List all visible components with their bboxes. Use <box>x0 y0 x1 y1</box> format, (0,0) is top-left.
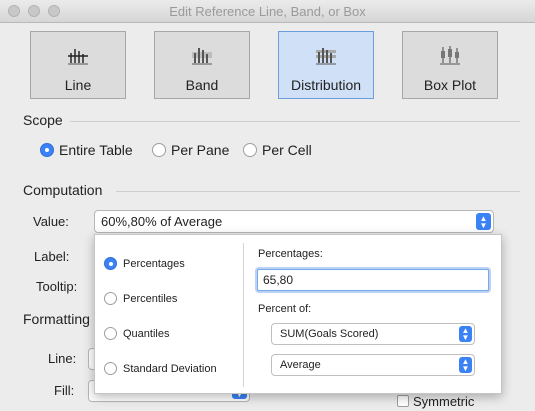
label-label: Label: <box>34 249 70 264</box>
line-format-label: Line: <box>48 351 77 366</box>
scope-divider <box>70 121 520 122</box>
band-type-label: Band <box>185 77 219 93</box>
value-dropdown-chevron-icon: ▲ ▼ <box>476 213 491 230</box>
measure-dropdown[interactable]: SUM(Goals Scored) ▲ ▼ <box>271 323 475 345</box>
scope-per-pane-radio[interactable] <box>152 143 166 157</box>
box-plot-type-label: Box Plot <box>423 77 477 93</box>
band-chart-icon <box>192 48 212 65</box>
aggregation-dropdown-chevron-icon: ▲ ▼ <box>459 357 472 373</box>
scope-entire-table-radio[interactable] <box>40 143 54 157</box>
standard-deviation-radio[interactable] <box>104 362 117 375</box>
percentages-option-label: Percentages <box>123 257 185 270</box>
distribution-type-button[interactable]: Distribution <box>278 31 374 99</box>
distribution-chart-icon <box>316 48 336 65</box>
measure-dropdown-text: SUM(Goals Scored) <box>280 328 379 340</box>
scope-heading: Scope <box>23 112 63 128</box>
percent-of-label: Percent of: <box>258 303 312 315</box>
percentiles-radio[interactable] <box>104 292 117 305</box>
distribution-popup: Percentages Percentiles Quantiles Standa… <box>94 234 502 394</box>
percentages-field-label: Percentages: <box>258 248 323 260</box>
line-chart-icon <box>68 49 88 65</box>
aggregation-dropdown-text: Average <box>280 359 321 371</box>
standard-deviation-option-label: Standard Deviation <box>123 362 217 375</box>
fill-format-label: Fill: <box>54 383 75 398</box>
scope-per-cell-label: Per Cell <box>262 142 312 158</box>
box-plot-type-button[interactable]: Box Plot <box>402 31 498 99</box>
scope-per-cell-option[interactable]: Per Cell <box>243 142 312 158</box>
percentiles-option[interactable]: Percentiles <box>104 292 177 305</box>
distribution-type-label: Distribution <box>290 77 362 93</box>
value-dropdown-text: 60%,80% of Average <box>101 214 223 229</box>
tooltip-label: Tooltip: <box>36 279 78 294</box>
box-plot-icon <box>440 46 460 65</box>
title-bar: Edit Reference Line, Band, or Box <box>0 0 535 23</box>
formatting-heading: Formatting <box>23 311 90 327</box>
line-type-button[interactable]: Line <box>30 31 126 99</box>
line-type-label: Line <box>64 77 92 93</box>
scope-entire-table-option[interactable]: Entire Table <box>40 142 133 158</box>
value-label: Value: <box>33 214 69 229</box>
quantiles-option-label: Quantiles <box>123 327 170 340</box>
computation-divider <box>116 191 520 192</box>
aggregation-dropdown[interactable]: Average ▲ ▼ <box>271 354 475 376</box>
scope-entire-table-label: Entire Table <box>59 142 133 158</box>
symmetric-label: Symmetric <box>413 394 475 409</box>
quantiles-radio[interactable] <box>104 327 117 340</box>
percentages-input[interactable]: 65,80 <box>257 269 489 291</box>
popup-separator <box>243 243 244 387</box>
band-type-button[interactable]: Band <box>154 31 250 99</box>
scope-per-pane-option[interactable]: Per Pane <box>152 142 229 158</box>
scope-per-pane-label: Per Pane <box>171 142 230 158</box>
window-title: Edit Reference Line, Band, or Box <box>169 4 366 19</box>
quantiles-option[interactable]: Quantiles <box>104 327 169 340</box>
computation-heading: Computation <box>23 182 103 198</box>
standard-deviation-option[interactable]: Standard Deviation <box>104 362 217 375</box>
symmetric-checkbox[interactable] <box>397 395 409 407</box>
scope-per-cell-radio[interactable] <box>243 143 257 157</box>
percentages-radio[interactable] <box>104 257 117 270</box>
percentiles-option-label: Percentiles <box>123 292 178 305</box>
value-dropdown[interactable]: 60%,80% of Average ▲ ▼ <box>94 210 494 233</box>
percentages-option[interactable]: Percentages <box>104 257 185 270</box>
measure-dropdown-chevron-icon: ▲ ▼ <box>459 326 472 342</box>
